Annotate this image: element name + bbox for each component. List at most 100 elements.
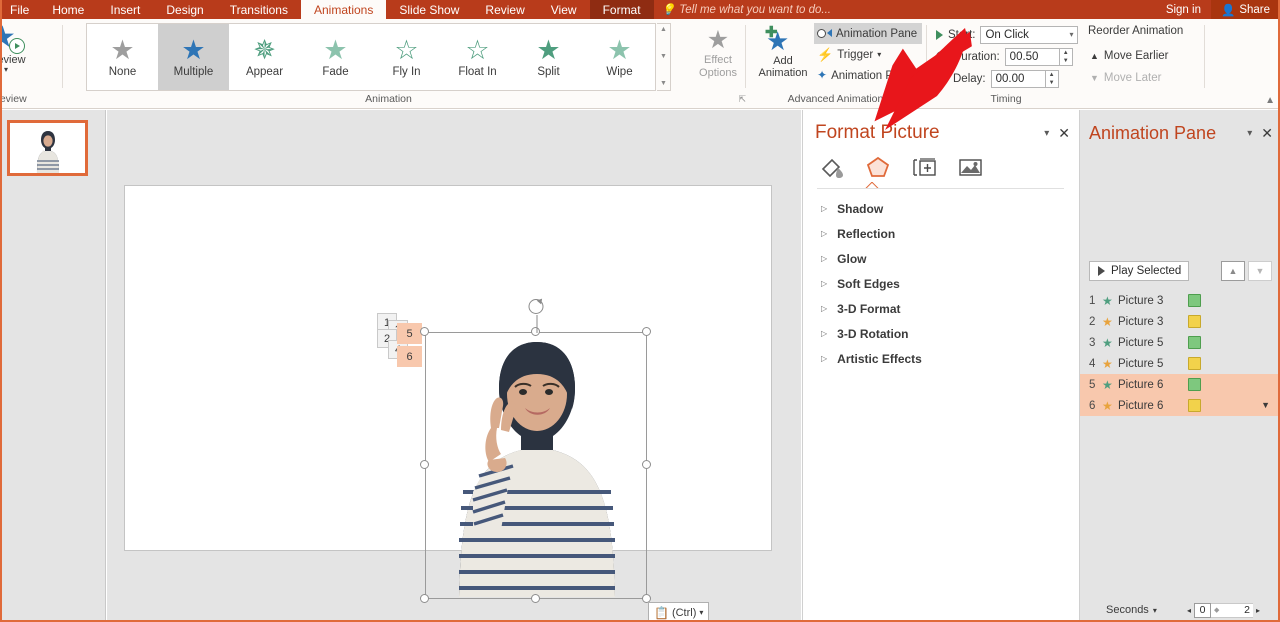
- section-shadow[interactable]: ▷ Shadow: [821, 196, 1068, 221]
- effects-pentagon-icon[interactable]: [863, 154, 893, 180]
- section-soft-edges[interactable]: ▷ Soft Edges: [821, 271, 1068, 296]
- picture-icon[interactable]: [955, 154, 985, 180]
- scroll-down-icon[interactable]: ▼: [660, 53, 667, 61]
- effect-options-button[interactable]: ★ Effect Options: [690, 27, 746, 79]
- chevron-right-icon: ▷: [821, 304, 828, 313]
- tab-animations[interactable]: Animations: [300, 0, 387, 19]
- chevron-right-icon: ▷: [821, 329, 828, 338]
- resize-handle-s[interactable]: [531, 594, 540, 603]
- section-3d-rotation[interactable]: ▷ 3-D Rotation: [821, 321, 1068, 346]
- slide-editor-area: 1 3 2 4 5 6: [107, 110, 801, 622]
- delay-spin-buttons[interactable]: ▲ ▼: [1044, 69, 1059, 88]
- animation-list-item[interactable]: 6 ★ Picture 6 ▼: [1080, 395, 1280, 416]
- tab-animations-label: Animations: [313, 2, 374, 17]
- animation-dialog-launcher-icon[interactable]: ⇱: [738, 94, 746, 105]
- animation-none[interactable]: ★ None: [87, 24, 158, 90]
- close-icon[interactable]: ✕: [1058, 126, 1070, 140]
- duration-stepper[interactable]: 00.50 ▲ ▼: [1004, 47, 1073, 66]
- star-entrance-icon: ★: [1102, 335, 1113, 350]
- scroll-up-icon[interactable]: ▲: [660, 26, 667, 34]
- animation-float-in[interactable]: ☆ Float In: [442, 24, 513, 90]
- tab-home[interactable]: Home: [39, 0, 97, 19]
- resize-handle-ne[interactable]: [642, 327, 651, 336]
- resize-handle-sw[interactable]: [420, 594, 429, 603]
- scale-left-arrow[interactable]: ◂: [1184, 606, 1194, 615]
- section-artistic-effects[interactable]: ▷ Artistic Effects: [821, 346, 1068, 371]
- animation-list-item[interactable]: 4 ★ Picture 5: [1080, 353, 1280, 374]
- tab-format[interactable]: Format: [589, 0, 654, 19]
- fill-line-icon[interactable]: [817, 154, 847, 180]
- gallery-scrollbar[interactable]: ▲ ▼ ▼: [657, 23, 671, 91]
- animation-gallery[interactable]: ★ None ★ Multiple ✵ Appear ★ Fade ☆ Fly …: [86, 23, 656, 91]
- animation-timeline-bar[interactable]: [1188, 336, 1201, 349]
- animation-appear[interactable]: ✵ Appear: [229, 24, 300, 90]
- tab-home-label: Home: [52, 2, 85, 17]
- animation-timeline-bar[interactable]: [1188, 399, 1201, 412]
- group-separator: [1204, 25, 1205, 88]
- animation-list-item[interactable]: 3 ★ Picture 5: [1080, 332, 1280, 353]
- animation-badge-6[interactable]: 6: [397, 346, 422, 367]
- animation-list-item[interactable]: 1 ★ Picture 3: [1080, 290, 1280, 311]
- spin-up-icon[interactable]: ▲: [1049, 72, 1055, 78]
- sign-in-button[interactable]: Sign in: [1156, 0, 1211, 19]
- animation-badge-5[interactable]: 5: [397, 323, 422, 344]
- tell-me-box[interactable]: 💡 Tell me what you want to do...: [654, 0, 839, 19]
- section-reflection[interactable]: ▷ Reflection: [821, 221, 1068, 246]
- chevron-down-icon[interactable]: ▾: [1044, 128, 1049, 139]
- tab-design[interactable]: Design: [153, 0, 216, 19]
- tab-review[interactable]: Review: [472, 0, 537, 19]
- animation-fade[interactable]: ★ Fade: [300, 24, 371, 90]
- seconds-dropdown[interactable]: Seconds ▾: [1106, 604, 1157, 616]
- animation-timeline-bar[interactable]: [1188, 357, 1201, 370]
- triangle-up-icon: ▲: [1228, 265, 1238, 276]
- selected-picture[interactable]: [420, 296, 651, 603]
- animation-timeline-bar[interactable]: [1188, 294, 1201, 307]
- animation-wipe[interactable]: ★ Wipe: [584, 24, 655, 90]
- animation-split[interactable]: ★ Split: [513, 24, 584, 90]
- gallery-more-icon[interactable]: ▼: [660, 80, 667, 88]
- share-button[interactable]: 👤 Share: [1210, 0, 1280, 19]
- animation-fly-in[interactable]: ☆ Fly In: [371, 24, 442, 90]
- animation-multiple[interactable]: ★ Multiple: [158, 24, 229, 90]
- tab-view[interactable]: View: [538, 0, 590, 19]
- chevron-down-icon[interactable]: ▾: [1247, 128, 1252, 139]
- animation-list-item[interactable]: 2 ★ Picture 3: [1080, 311, 1280, 332]
- rotate-handle[interactable]: [528, 296, 545, 333]
- move-up-button[interactable]: ▲: [1221, 261, 1245, 281]
- close-icon[interactable]: ✕: [1261, 126, 1273, 140]
- spin-down-icon[interactable]: ▼: [1049, 80, 1055, 86]
- tab-transitions[interactable]: Transitions: [217, 0, 301, 19]
- ribbon-group-effect-options: ★ Effect Options ⇱: [690, 19, 748, 107]
- animation-timeline-bar[interactable]: [1188, 378, 1201, 391]
- scale-right-arrow[interactable]: ▸: [1253, 606, 1263, 615]
- delay-stepper[interactable]: 00.00 ▲ ▼: [990, 69, 1059, 88]
- preview-button[interactable]: ★ Preview ▾: [0, 23, 34, 74]
- add-animation-button[interactable]: ★ ✚ Add Animation: [754, 25, 812, 79]
- animation-list-item[interactable]: 5 ★ Picture 6: [1080, 374, 1280, 395]
- move-earlier-button[interactable]: ▲ Move Earlier: [1090, 46, 1168, 66]
- tab-file[interactable]: File: [0, 0, 40, 19]
- slide-thumbnail-1[interactable]: [7, 120, 88, 176]
- resize-handle-nw[interactable]: [420, 327, 429, 336]
- resize-handle-w[interactable]: [420, 460, 429, 469]
- spin-down-icon[interactable]: ▼: [1063, 58, 1069, 64]
- tab-insert[interactable]: Insert: [97, 0, 153, 19]
- section-glow[interactable]: ▷ Glow: [821, 246, 1068, 271]
- size-properties-icon[interactable]: [909, 154, 939, 180]
- move-down-button[interactable]: ▼: [1248, 261, 1272, 281]
- animation-item-name: Picture 6: [1118, 399, 1164, 412]
- spin-up-icon[interactable]: ▲: [1063, 50, 1069, 56]
- start-dropdown[interactable]: On Click ▾: [980, 25, 1079, 44]
- animation-pane-header: Animation Pane ▾ ✕: [1089, 120, 1273, 146]
- play-selected-button[interactable]: Play Selected: [1089, 261, 1189, 281]
- collapse-ribbon-icon[interactable]: ▲: [1265, 95, 1275, 106]
- duration-spin-buttons[interactable]: ▲ ▼: [1058, 47, 1073, 66]
- resize-handle-e[interactable]: [642, 460, 651, 469]
- tab-slide-show[interactable]: Slide Show: [386, 0, 472, 19]
- paste-options-button[interactable]: 📋 (Ctrl) ▾: [648, 602, 710, 622]
- expand-animation-icon[interactable]: ▼: [1261, 401, 1270, 410]
- section-3d-format[interactable]: ▷ 3-D Format: [821, 296, 1068, 321]
- animation-timeline-bar[interactable]: [1188, 315, 1201, 328]
- section-artistic-effects-label: Artistic Effects: [837, 351, 922, 366]
- ribbon-group-animation: ★ None ★ Multiple ✵ Appear ★ Fade ☆ Fly …: [86, 19, 691, 107]
